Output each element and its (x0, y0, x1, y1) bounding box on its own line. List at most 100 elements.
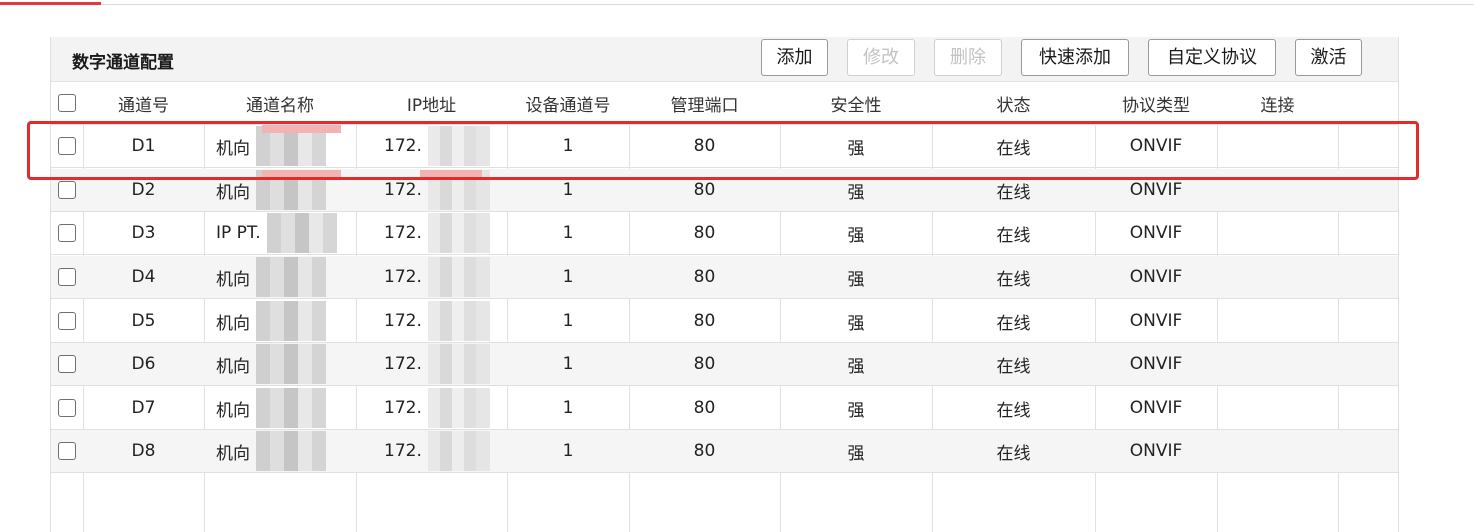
cell-port: 80 (693, 180, 716, 200)
redacted-mosaic (427, 344, 490, 384)
cell-ip: 172. (356, 430, 507, 472)
cell-security: 强 (847, 400, 865, 421)
row-select-cell (51, 212, 83, 254)
cell-status: 在线 (996, 443, 1031, 464)
activate-button[interactable]: 激活 (1295, 39, 1362, 76)
cell-protocol: ONVIF (1129, 223, 1183, 243)
cell-channel-name: 机向 (204, 256, 356, 298)
cell-security: 强 (847, 225, 865, 246)
custom-protocol-button[interactable]: 自定义协议 (1148, 39, 1276, 76)
cell-channel-no: D6 (131, 354, 156, 374)
row-checkbox[interactable] (58, 442, 76, 460)
table-row[interactable]: D3 IP PT. 172. 1 80 强 在线 ONVIF (51, 212, 1398, 255)
cell-channel-name: IP PT. (204, 212, 356, 254)
quick-add-button[interactable]: 快速添加 (1021, 39, 1129, 76)
cell-device-channel: 1 (562, 267, 574, 287)
cell-connect (1217, 256, 1338, 298)
channel-name-text: 机向 (216, 356, 250, 377)
table-row[interactable]: D2 机向 172. 1 80 强 在线 ONVIF (51, 169, 1398, 212)
ip-text: 172. (384, 398, 422, 418)
cell-security: 强 (847, 356, 865, 377)
modify-button[interactable]: 修改 (847, 39, 915, 76)
redacted-mosaic (427, 257, 490, 297)
cell-channel-no: D3 (131, 223, 156, 243)
ip-text: 172. (384, 223, 422, 243)
cell-channel-no: D5 (131, 311, 156, 331)
row-select-cell (51, 430, 83, 472)
header-status[interactable]: 状态 (932, 82, 1095, 124)
table-row[interactable]: D1 机向 172. 1 80 强 在线 ONVIF (51, 125, 1398, 168)
delete-button[interactable]: 删除 (934, 39, 1002, 76)
redacted-mosaic (256, 388, 326, 428)
row-select-cell (51, 343, 83, 385)
redacted-mosaic (256, 301, 326, 341)
redacted-mosaic (256, 344, 326, 384)
add-button[interactable]: 添加 (761, 39, 828, 76)
cell-channel-no: D4 (131, 267, 156, 287)
cell-channel-no: D7 (131, 398, 156, 418)
ip-text: 172. (384, 354, 422, 374)
select-all-cell (51, 82, 83, 124)
cell-status: 在线 (996, 225, 1031, 246)
row-checkbox[interactable] (58, 312, 76, 330)
row-checkbox[interactable] (58, 399, 76, 417)
redacted-mosaic (266, 213, 337, 253)
ip-text: 172. (384, 136, 422, 156)
cell-channel-name: 机向 (204, 430, 356, 472)
cell-protocol: ONVIF (1129, 136, 1183, 156)
cell-connect (1217, 300, 1338, 342)
select-all-checkbox[interactable] (58, 94, 76, 112)
redaction-mark (420, 170, 482, 178)
channel-name-text: 机向 (216, 443, 250, 464)
cell-ip: 172. (356, 300, 507, 342)
digital-channel-panel: 数字通道配置 添加 修改 删除 快速添加 自定义协议 激活 通道号 通道名称 I… (50, 37, 1399, 532)
panel-title: 数字通道配置 (72, 53, 174, 73)
row-checkbox[interactable] (58, 268, 76, 286)
ip-text: 172. (384, 267, 422, 287)
cell-security: 强 (847, 182, 865, 203)
table-row[interactable]: D6 机向 172. 1 80 强 在线 ONVIF (51, 343, 1398, 386)
redacted-mosaic (256, 257, 326, 297)
cell-security: 强 (847, 443, 865, 464)
cell-channel-name: 机向 (204, 300, 356, 342)
cell-connect (1217, 212, 1338, 254)
cell-ip: 172. (356, 125, 507, 167)
header-security[interactable]: 安全性 (780, 82, 932, 124)
cell-protocol: ONVIF (1129, 398, 1183, 418)
cell-security: 强 (847, 269, 865, 290)
row-checkbox[interactable] (58, 224, 76, 242)
table-row[interactable]: D5 机向 172. 1 80 强 在线 ONVIF (51, 300, 1398, 343)
cell-connect (1217, 387, 1338, 429)
table-row[interactable]: D4 机向 172. 1 80 强 在线 ONVIF (51, 256, 1398, 299)
cell-device-channel: 1 (562, 223, 574, 243)
header-channel-no[interactable]: 通道号 (83, 82, 204, 124)
cell-ip: 172. (356, 343, 507, 385)
row-checkbox[interactable] (58, 181, 76, 199)
row-checkbox[interactable] (58, 137, 76, 155)
top-divider (0, 4, 1474, 5)
cell-channel-no: D1 (131, 136, 156, 156)
cell-device-channel: 1 (562, 441, 574, 461)
channel-name-text: 机向 (216, 313, 250, 334)
cell-channel-name: 机向 (204, 387, 356, 429)
table-row[interactable]: D8 机向 172. 1 80 强 在线 ONVIF (51, 430, 1398, 473)
table-row[interactable]: D7 机向 172. 1 80 强 在线 ONVIF (51, 387, 1398, 430)
channel-name-text: 机向 (216, 400, 250, 421)
cell-protocol: ONVIF (1129, 311, 1183, 331)
header-protocol[interactable]: 协议类型 (1095, 82, 1217, 124)
cell-status: 在线 (996, 356, 1031, 377)
header-ip[interactable]: IP地址 (356, 82, 507, 124)
header-mgmt-port[interactable]: 管理端口 (629, 82, 780, 124)
cell-status: 在线 (996, 182, 1031, 203)
row-select-cell (51, 169, 83, 211)
channel-name-text: IP PT. (216, 223, 261, 243)
header-device-channel[interactable]: 设备通道号 (507, 82, 629, 124)
header-connect[interactable]: 连接 (1217, 82, 1338, 124)
cell-channel-no: D2 (131, 180, 156, 200)
channel-name-text: 机向 (216, 138, 250, 159)
row-select-cell (51, 125, 83, 167)
cell-protocol: ONVIF (1129, 354, 1183, 374)
active-tab-indicator (0, 2, 101, 5)
row-checkbox[interactable] (58, 355, 76, 373)
header-channel-name[interactable]: 通道名称 (204, 82, 356, 124)
